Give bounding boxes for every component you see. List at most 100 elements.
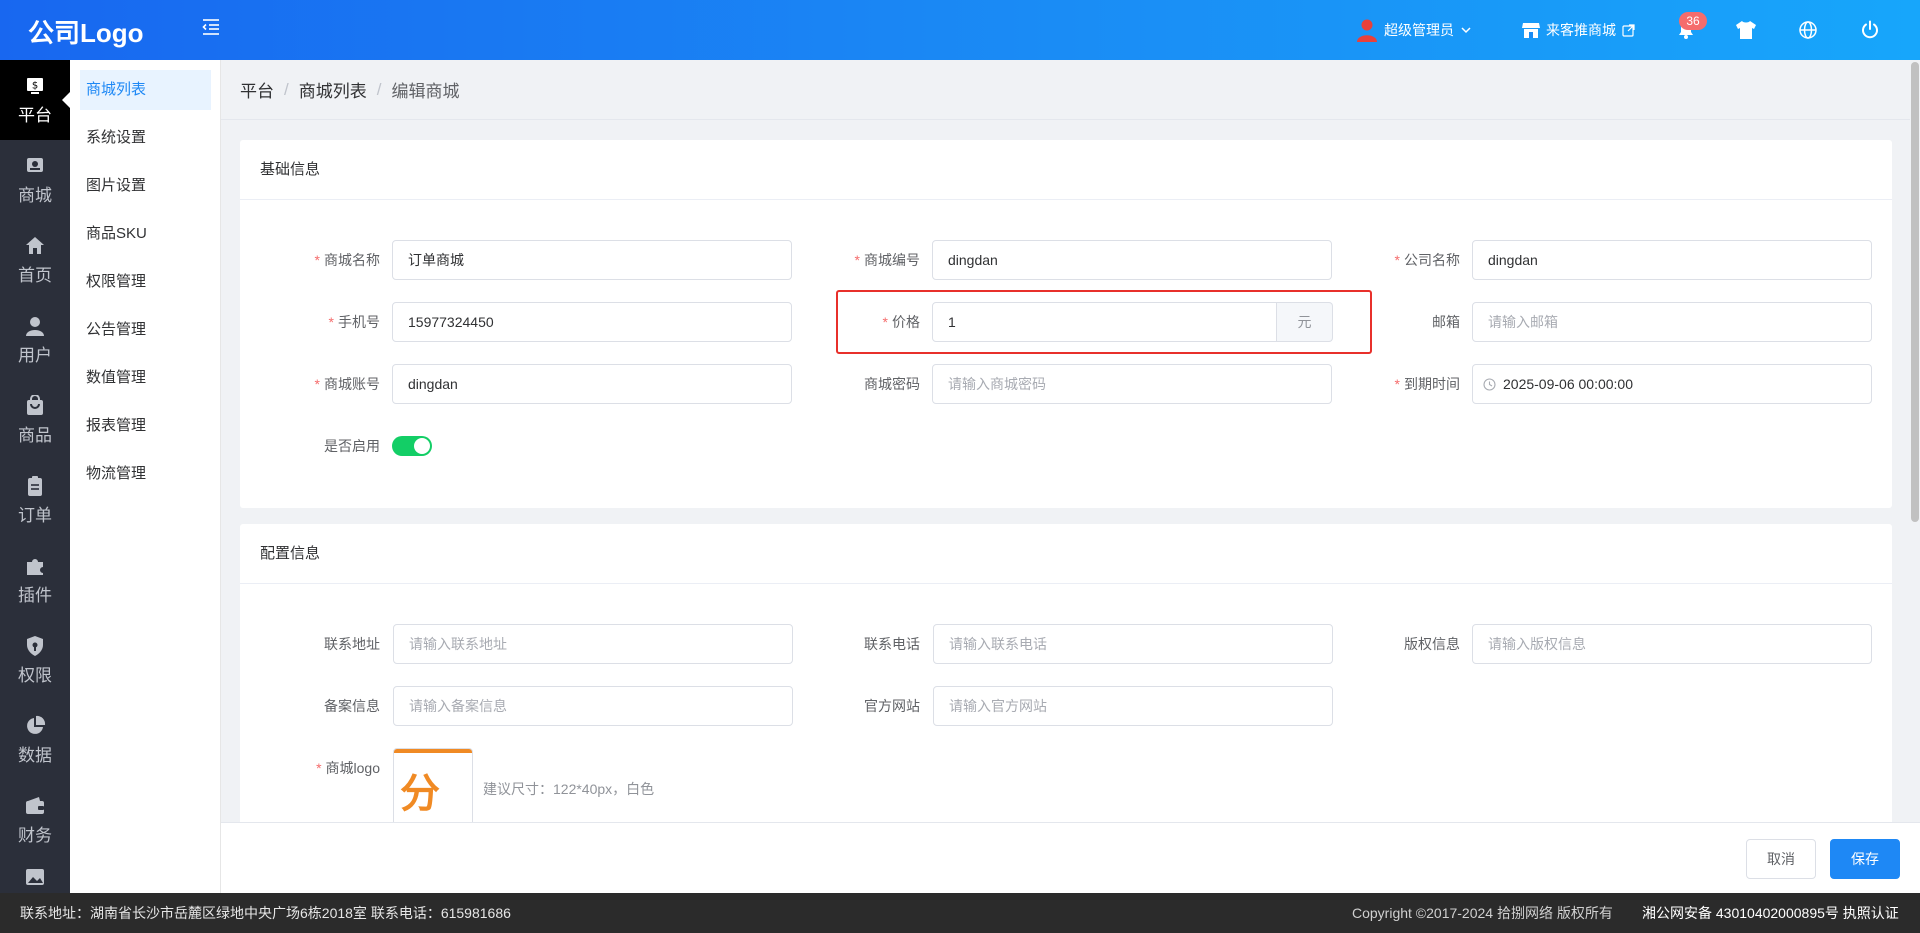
user-menu[interactable]: 超级管理员 xyxy=(1356,0,1474,60)
rail-item-platform[interactable]: $ 平台 xyxy=(0,60,70,140)
language-button[interactable] xyxy=(1797,0,1819,60)
rail-item-label: 订单 xyxy=(18,505,52,525)
breadcrumb-item-platform[interactable]: 平台 xyxy=(240,77,274,102)
rail-item-finance[interactable]: 财务 xyxy=(0,780,70,860)
submenu-item-report[interactable]: 报表管理 xyxy=(80,406,211,446)
expire-date-picker[interactable]: 2025-09-06 00:00:00 xyxy=(1472,364,1872,404)
company-logo[interactable]: 公司Logo xyxy=(28,13,144,50)
rail-item-permission[interactable]: 权限 xyxy=(0,620,70,700)
account-label: * 商城账号 xyxy=(314,376,380,392)
submenu-item-value[interactable]: 数值管理 xyxy=(80,358,211,398)
basic-info-title: 基础信息 xyxy=(240,140,1892,200)
rail-item-label: 平台 xyxy=(18,105,52,125)
rail-item-plugin[interactable]: 插件 xyxy=(0,540,70,620)
page-footer: 联系地址：湖南省长沙市岳麓区绿地中央广场6栋2018室 联系电话：6159816… xyxy=(0,893,1920,933)
shop-icon xyxy=(27,157,43,172)
page-scrollbar-thumb[interactable] xyxy=(1911,62,1919,522)
submenu-item-image-settings[interactable]: 图片设置 xyxy=(80,166,211,206)
address-label: 联系地址 xyxy=(324,636,380,652)
footer-icp[interactable]: 湘公网安备 43010402000895号 执照认证 xyxy=(1642,893,1899,933)
notification-button[interactable] xyxy=(1675,0,1697,60)
shop-code-label: * 商城编号 xyxy=(854,252,920,268)
rail-item-label: 首页 xyxy=(18,265,52,285)
breadcrumb-item-edit-shop: 编辑商城 xyxy=(391,82,460,101)
password-label: 商城密码 xyxy=(864,376,920,392)
breadcrumb: 平台 / 商城列表 / 编辑商城 xyxy=(221,60,1920,120)
submenu-item-logistics[interactable]: 物流管理 xyxy=(80,454,211,494)
user-name: 超级管理员 xyxy=(1384,22,1454,38)
power-icon xyxy=(1859,19,1881,41)
expire-date-value: 2025-09-06 00:00:00 xyxy=(1503,376,1633,392)
footer-contact: 联系地址：湖南省长沙市岳麓区绿地中央广场6栋2018室 联系电话：6159816… xyxy=(20,905,511,921)
contact-phone-label: 联系电话 xyxy=(864,636,920,652)
rail-item-label: 商品 xyxy=(18,425,52,445)
order-icon xyxy=(28,475,42,496)
store-link[interactable]: 来客推商城 xyxy=(1520,0,1636,60)
price-label: * 价格 xyxy=(882,314,920,330)
notification-badge: 36 xyxy=(1679,12,1707,30)
form-action-bar: 取消 保存 xyxy=(221,822,1920,893)
expire-label: * 到期时间 xyxy=(1394,376,1460,392)
rail-item-label: 用户 xyxy=(18,345,52,365)
chevron-down-icon xyxy=(1458,19,1474,41)
phone-label: * 手机号 xyxy=(328,314,380,330)
rail-item-goods[interactable]: 商品 xyxy=(0,380,70,460)
company-name-input[interactable] xyxy=(1472,240,1872,280)
menu-fold-icon[interactable] xyxy=(200,16,222,38)
enabled-switch[interactable] xyxy=(392,436,432,456)
shop-name-label: * 商城名称 xyxy=(314,252,380,268)
submenu-item-system-settings[interactable]: 系统设置 xyxy=(80,118,211,158)
sub-menu: 商城列表 系统设置 图片设置 商品SKU 权限管理 公告管理 数值管理 报表管理… xyxy=(70,60,221,893)
theme-button[interactable] xyxy=(1735,0,1757,60)
plugin-icon xyxy=(27,558,43,575)
rail-item-order[interactable]: 订单 xyxy=(0,460,70,540)
submenu-item-notice[interactable]: 公告管理 xyxy=(80,310,211,350)
rail-item-home[interactable]: 首页 xyxy=(0,220,70,300)
rail-item-label: 商城 xyxy=(18,185,52,205)
clock-icon xyxy=(1483,378,1496,391)
email-input[interactable] xyxy=(1472,302,1872,342)
submenu-item-goods-sku[interactable]: 商品SKU xyxy=(80,214,211,254)
rail-item-shop[interactable]: 商城 xyxy=(0,140,70,220)
footer-copyright: Copyright ©2017-2024 拾捌网络 版权所有 xyxy=(1352,905,1613,921)
logo-label: * 商城logo xyxy=(316,760,380,776)
breadcrumb-separator: / xyxy=(376,79,382,99)
goods-icon xyxy=(27,394,43,415)
logout-button[interactable] xyxy=(1859,0,1881,60)
website-input[interactable] xyxy=(933,686,1333,726)
website-label: 官方网站 xyxy=(864,698,920,714)
shirt-icon xyxy=(1735,19,1757,41)
email-label: 邮箱 xyxy=(1432,314,1460,330)
rail-item-user[interactable]: 用户 xyxy=(0,300,70,380)
cancel-button[interactable]: 取消 xyxy=(1746,839,1816,879)
breadcrumb-item-shop-list[interactable]: 商城列表 xyxy=(299,77,367,102)
submenu-item-shop-list[interactable]: 商城列表 xyxy=(80,70,211,110)
rail-item-label: 数据 xyxy=(18,745,52,765)
rail-item-label: 插件 xyxy=(18,585,52,605)
image-icon xyxy=(26,869,44,885)
rail-item-data[interactable]: 数据 xyxy=(0,700,70,780)
globe-icon xyxy=(1797,19,1819,41)
store-icon xyxy=(1520,19,1542,41)
basic-info-card: 基础信息 *商城名称 *商城编号 *公司名称 *手机号 *价格 元 邮箱 *商城… xyxy=(240,140,1892,508)
copyright-label: 版权信息 xyxy=(1404,636,1460,652)
user-icon xyxy=(26,316,44,336)
finance-icon xyxy=(26,796,44,814)
config-info-title: 配置信息 xyxy=(240,524,1892,584)
rail-item-more[interactable] xyxy=(0,860,70,893)
save-button[interactable]: 保存 xyxy=(1830,839,1900,879)
permission-icon xyxy=(27,635,43,656)
external-link-icon xyxy=(1620,19,1636,41)
home-icon xyxy=(26,236,44,254)
user-avatar-icon xyxy=(1356,19,1378,42)
logo-hint: 建议尺寸：122*40px，白色 xyxy=(483,781,655,797)
copyright-input[interactable] xyxy=(1472,624,1872,664)
data-icon xyxy=(27,715,46,734)
top-header: 公司Logo 超级管理员 来客推商城 36 xyxy=(0,0,1920,60)
logo-upload[interactable]: 分销 xyxy=(393,748,473,822)
submenu-item-permission[interactable]: 权限管理 xyxy=(80,262,211,302)
logo-preview-image: 分销 xyxy=(400,772,440,816)
company-name-label: * 公司名称 xyxy=(1394,252,1460,268)
config-info-card: 配置信息 联系地址 联系电话 版权信息 备案信息 官方网站 *商城logo 分销… xyxy=(240,524,1892,822)
main-nav-rail: $ 平台 商城 首页 用户 商品 订单 插件 权限 数据 财务 xyxy=(0,60,70,893)
